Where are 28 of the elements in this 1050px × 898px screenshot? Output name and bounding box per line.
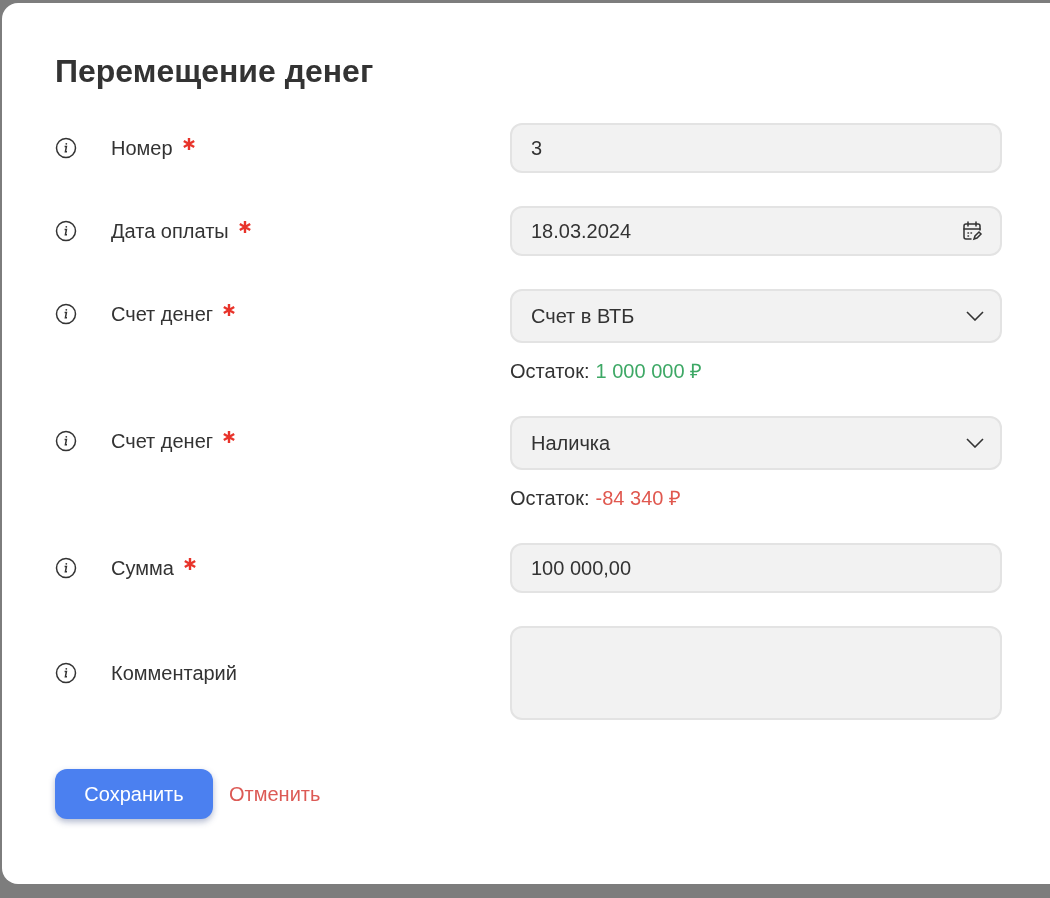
select-dropdown[interactable]: Счет в ВТБ (510, 289, 1002, 343)
balance-label: Остаток: (510, 486, 590, 510)
field-label: Номер (111, 136, 173, 161)
comment-field[interactable] (510, 626, 1002, 720)
date-field[interactable]: 18.03.2024 (510, 206, 1002, 256)
chevron-down-icon (966, 311, 984, 321)
cancel-link[interactable]: Отменить (229, 779, 321, 809)
dialog-title: Перемещение денег (55, 52, 375, 91)
save-button[interactable]: Сохранить (55, 769, 213, 819)
chevron-down-icon (966, 438, 984, 448)
balance-label: Остаток: (510, 359, 590, 383)
input-field[interactable]: 3 (510, 123, 1002, 173)
balance-amount: -84 340 ₽ (595, 486, 681, 510)
info-icon[interactable] (55, 220, 77, 242)
info-icon[interactable] (55, 430, 77, 452)
field-label: Комментарий (111, 661, 237, 686)
field-label: Дата оплаты (111, 219, 229, 244)
select-dropdown[interactable]: Наличка (510, 416, 1002, 470)
calendar-icon[interactable] (960, 219, 984, 243)
field-label: Счет денег (111, 429, 214, 454)
field-label: Сумма (111, 556, 174, 581)
info-icon[interactable] (55, 557, 77, 579)
input-field[interactable]: 100 000,00 (510, 543, 1002, 593)
field-label: Счет денег (111, 302, 214, 327)
balance-amount: 1 000 000 ₽ (595, 359, 703, 383)
info-icon[interactable] (55, 662, 77, 684)
info-icon[interactable] (55, 137, 77, 159)
info-icon[interactable] (55, 303, 77, 325)
